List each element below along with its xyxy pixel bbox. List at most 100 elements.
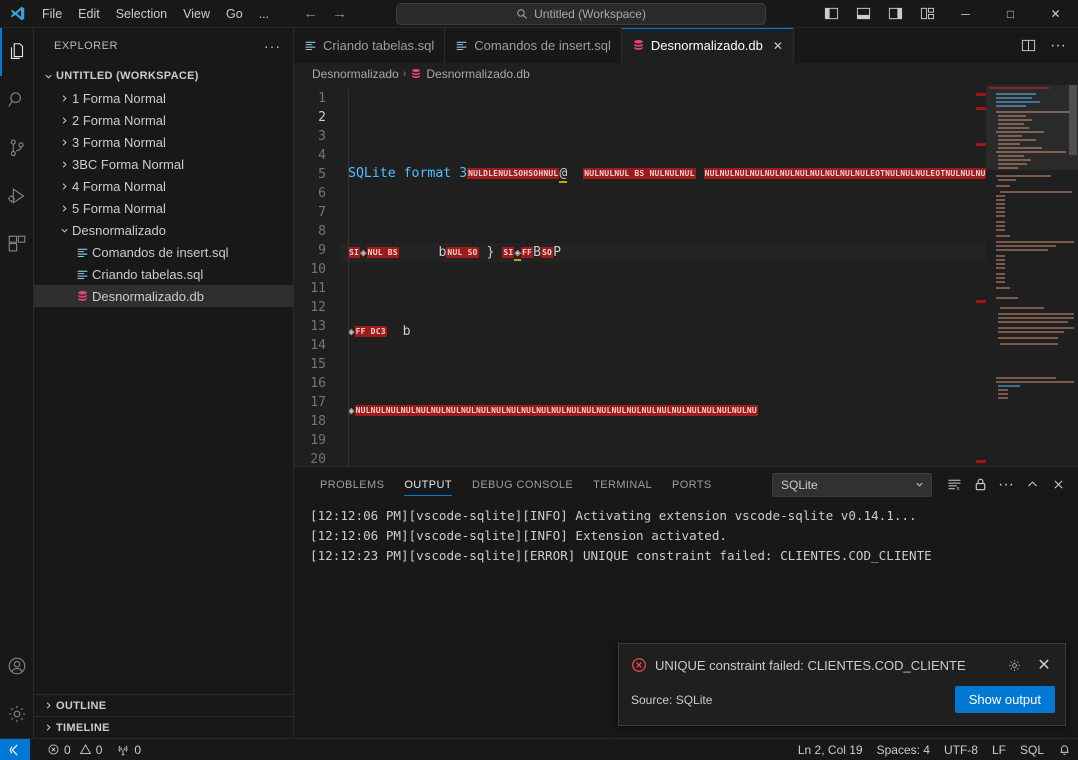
- menu-file[interactable]: File: [34, 4, 70, 24]
- status-eol[interactable]: LF: [985, 739, 1013, 760]
- sql-file-icon: [72, 268, 92, 281]
- code-area[interactable]: 1 2 3 4 5 6 7 8 9 10 11 12 13 14 15 16 1…: [294, 85, 986, 466]
- tab-desnormalizado-db[interactable]: Desnormalizado.db ✕: [621, 28, 794, 63]
- editor-more-actions-icon[interactable]: ···: [1044, 28, 1072, 63]
- sidebar-item-2-forma-normal[interactable]: 2 Forma Normal: [34, 109, 293, 131]
- window-close-button[interactable]: ✕: [1033, 0, 1078, 28]
- tab-close-icon[interactable]: ✕: [773, 39, 783, 53]
- close-icon[interactable]: ✕: [1033, 654, 1055, 676]
- show-output-button[interactable]: Show output: [954, 686, 1055, 713]
- activitybar-item-run-debug[interactable]: [0, 172, 34, 220]
- sidebar-item-3bc-forma-normal[interactable]: 3BC Forma Normal: [34, 153, 293, 175]
- code-seg: B: [533, 245, 542, 260]
- sidebar-item-criando-tabelas-sql[interactable]: Criando tabelas.sql: [34, 263, 293, 285]
- tree-root-workspace[interactable]: UNTITLED (WORKSPACE): [34, 65, 293, 87]
- toggle-panel-icon[interactable]: [847, 0, 879, 28]
- output-line: [12:12:23 PM][vscode-sqlite][ERROR] UNIQ…: [310, 548, 932, 563]
- command-center-input[interactable]: Untitled (Workspace): [396, 2, 767, 25]
- sidebar-item-label: Desnormalizado.db: [92, 288, 205, 304]
- sidebar-item-3-forma-normal[interactable]: 3 Forma Normal: [34, 131, 293, 153]
- maximize-panel-icon[interactable]: [1020, 473, 1044, 497]
- activitybar-item-explorer[interactable]: [0, 28, 34, 76]
- tab-output[interactable]: OUTPUT: [394, 467, 462, 502]
- editor-content: 1 2 3 4 5 6 7 8 9 10 11 12 13 14 15 16 1…: [294, 85, 1078, 466]
- activitybar-item-manage[interactable]: [0, 690, 34, 738]
- status-ports[interactable]: 0: [109, 739, 148, 760]
- output-channel-value: SQLite: [781, 477, 818, 492]
- arrow-right-icon[interactable]: →: [332, 5, 347, 22]
- output-channel-select[interactable]: SQLite: [772, 472, 932, 497]
- activitybar-item-accounts[interactable]: [0, 642, 34, 690]
- status-cursor-position[interactable]: Ln 2, Col 19: [791, 739, 870, 760]
- editor-vertical-scrollbar[interactable]: [1068, 85, 1078, 466]
- split-editor-right-icon[interactable]: [1014, 28, 1042, 63]
- line-number: 14: [310, 338, 326, 353]
- sidebar-item-4-forma-normal[interactable]: 4 Forma Normal: [34, 175, 293, 197]
- clear-output-icon[interactable]: x: [942, 473, 966, 497]
- status-language-mode[interactable]: SQL: [1013, 739, 1051, 760]
- menu-bar: File Edit Selection View Go ...: [34, 4, 277, 24]
- menu-selection[interactable]: Selection: [108, 4, 175, 24]
- sidebar-item-comandos-de-insert-sql[interactable]: Comandos de insert.sql: [34, 241, 293, 263]
- sidebar-section-timeline[interactable]: TIMELINE: [34, 716, 293, 738]
- remote-window-icon: [9, 744, 18, 755]
- gear-icon[interactable]: [1003, 654, 1025, 676]
- code-seg: [696, 166, 704, 181]
- toggle-secondary-sidebar-icon[interactable]: [879, 0, 911, 28]
- status-encoding[interactable]: UTF-8: [937, 739, 985, 760]
- activitybar-item-search[interactable]: [0, 76, 34, 124]
- tab-label: Comandos de insert.sql: [474, 38, 611, 53]
- sidebar-item-desnormalizado-db[interactable]: Desnormalizado.db: [34, 285, 293, 307]
- chevron-right-icon: [40, 722, 56, 733]
- remote-window-indicator[interactable]: [0, 738, 30, 760]
- chevron-down-icon: [40, 71, 56, 82]
- status-problems[interactable]: 0 0: [40, 739, 109, 760]
- minimap[interactable]: [986, 85, 1078, 466]
- menu-view[interactable]: View: [175, 4, 218, 24]
- window-minimize-button[interactable]: ─: [943, 0, 988, 28]
- sidebar-item-label: Comandos de insert.sql: [92, 244, 229, 260]
- line-number: 5: [318, 167, 326, 182]
- window-maximize-button[interactable]: □: [988, 0, 1033, 28]
- control-char-icon: ◈: [360, 246, 367, 259]
- tab-terminal[interactable]: TERMINAL: [583, 467, 662, 502]
- tab-ports[interactable]: PORTS: [662, 467, 722, 502]
- close-panel-icon[interactable]: [1046, 473, 1070, 497]
- panel-actions: SQLite x ···: [772, 472, 1078, 497]
- toggle-primary-sidebar-icon[interactable]: [815, 0, 847, 28]
- status-notifications-bell[interactable]: [1051, 739, 1078, 760]
- code-lines[interactable]: SQLite format 3NULDLENULSOHSOHNUL@ NULNU…: [340, 85, 986, 466]
- database-icon: [632, 39, 645, 52]
- lock-scroll-icon[interactable]: [968, 473, 992, 497]
- activitybar-item-extensions[interactable]: [0, 220, 34, 268]
- editor-tab-actions: ···: [1014, 28, 1078, 63]
- activitybar-item-source-control[interactable]: [0, 124, 34, 172]
- menu-more[interactable]: ...: [251, 4, 277, 24]
- breadcrumb-item-folder[interactable]: Desnormalizado: [312, 67, 399, 81]
- sidebar-section-outline[interactable]: OUTLINE: [34, 694, 293, 716]
- sidebar-item-1-forma-normal[interactable]: 1 Forma Normal: [34, 87, 293, 109]
- tab-problems[interactable]: PROBLEMS: [310, 467, 394, 502]
- chevron-right-icon: [56, 137, 72, 148]
- svg-text:x: x: [956, 485, 960, 492]
- tab-comandos-de-insert-sql[interactable]: Comandos de insert.sql: [445, 28, 622, 63]
- sidebar-item-label: 4 Forma Normal: [72, 178, 166, 194]
- minimap-slider[interactable]: [986, 85, 1078, 170]
- binary-seg: NULNULNULNULNULNULNULNULNULNULNULEOTNULN…: [703, 168, 986, 179]
- sql-file-icon: [455, 39, 468, 52]
- sql-file-icon: [304, 39, 317, 52]
- customize-layout-icon[interactable]: [911, 0, 943, 28]
- menu-go[interactable]: Go: [218, 4, 251, 24]
- menu-edit[interactable]: Edit: [70, 4, 108, 24]
- arrow-left-icon[interactable]: ←: [303, 5, 318, 22]
- sidebar-item-5-forma-normal[interactable]: 5 Forma Normal: [34, 197, 293, 219]
- scrollbar-thumb[interactable]: [1069, 85, 1077, 155]
- account-icon: [8, 657, 25, 675]
- breadcrumb-item-file[interactable]: Desnormalizado.db: [410, 67, 530, 81]
- tab-debug-console[interactable]: DEBUG CONSOLE: [462, 467, 583, 502]
- tab-criando-tabelas-sql[interactable]: Criando tabelas.sql: [294, 28, 446, 63]
- sidebar-item-desnormalizado[interactable]: Desnormalizado: [34, 219, 293, 241]
- status-indentation[interactable]: Spaces: 4: [870, 739, 937, 760]
- sidebar-more-actions-icon[interactable]: ···: [260, 38, 285, 54]
- panel-more-actions-icon[interactable]: ···: [994, 473, 1018, 497]
